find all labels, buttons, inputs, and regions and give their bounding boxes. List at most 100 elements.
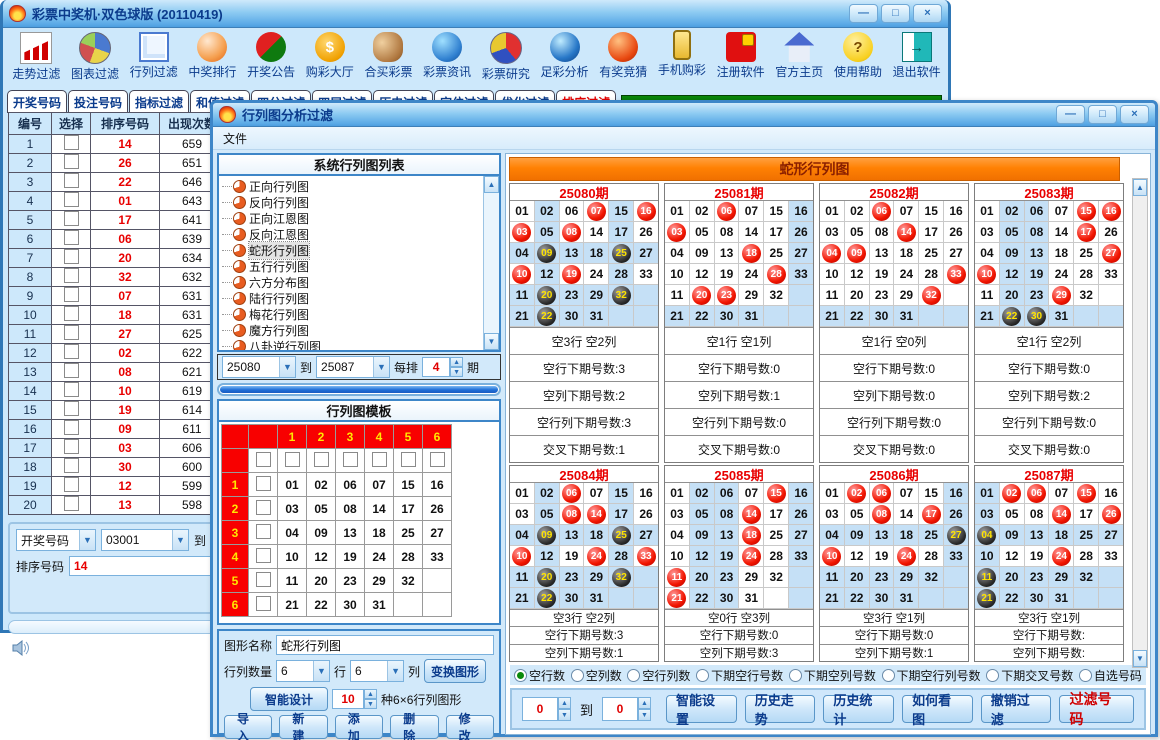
list-item-魔方行列图[interactable]: 魔方行列图 <box>222 322 484 338</box>
checkbox[interactable] <box>64 249 79 264</box>
checkbox[interactable] <box>64 211 79 226</box>
button-修改[interactable]: 修改 <box>446 715 494 739</box>
col-count-select[interactable]: 6 ▼ <box>350 660 404 682</box>
radio-空行列数[interactable]: 空行列数 <box>627 667 690 684</box>
checkbox[interactable] <box>64 306 79 321</box>
tab-指标过滤[interactable]: 指标过滤 <box>129 90 189 113</box>
list-item-蛇形行列图[interactable]: 蛇形行列图 <box>222 242 484 258</box>
button-如何看图[interactable]: 如何看图 <box>902 695 973 723</box>
dialog-maximize-button[interactable]: □ <box>1088 105 1117 124</box>
filter-to-stepper[interactable]: 0 ▲▼ <box>602 697 651 721</box>
dialog-minimize-button[interactable]: — <box>1056 105 1085 124</box>
toolbar-item-exit[interactable]: →退出软件 <box>887 30 946 80</box>
radio-下期空列号数[interactable]: 下期空列号数 <box>789 667 876 684</box>
spin-up-icon[interactable]: ▲ <box>364 689 377 699</box>
spin-down-icon[interactable]: ▼ <box>558 709 571 721</box>
from-period-select[interactable]: 03001 ▼ <box>101 529 189 551</box>
list-scrollbar[interactable]: ▲ ▼ <box>483 176 499 350</box>
checkbox[interactable] <box>401 452 416 467</box>
maximize-button[interactable]: □ <box>881 4 910 23</box>
button-撤销过滤[interactable]: 撤销过滤 <box>981 695 1052 723</box>
toolbar-item-register[interactable]: 注册软件 <box>711 30 770 80</box>
scroll-down-icon[interactable]: ▼ <box>484 333 499 350</box>
list-item-正向行列图[interactable]: 正向行列图 <box>222 178 484 194</box>
list-item-陆行行列图[interactable]: 陆行行列图 <box>222 290 484 306</box>
checkbox[interactable] <box>64 268 79 283</box>
range-to-select[interactable]: 25087 ▼ <box>316 356 390 378</box>
list-item-五行行列图[interactable]: 五行行列图 <box>222 258 484 274</box>
toolbar-item-pie[interactable]: 图表过滤 <box>66 30 125 82</box>
checkbox[interactable] <box>64 344 79 359</box>
toolbar-item-trend[interactable]: 走势过滤 <box>7 30 66 82</box>
list-item-反向江恩图[interactable]: 反向江恩图 <box>222 226 484 242</box>
scroll-down-icon[interactable]: ▼ <box>1133 650 1147 667</box>
checkbox[interactable] <box>64 496 79 511</box>
list-item-八卦逆行列图[interactable]: 八卦逆行列图 <box>222 338 484 350</box>
toolbar-item-home[interactable]: 官方主页 <box>770 30 829 80</box>
range-from-select[interactable]: 25080 ▼ <box>222 356 296 378</box>
toolbar-item-help[interactable]: ?使用帮助 <box>829 30 888 80</box>
minimize-button[interactable]: — <box>849 4 878 23</box>
checkbox[interactable] <box>256 596 271 611</box>
radio-空行数[interactable]: 空行数 <box>514 667 565 684</box>
transform-chart-button[interactable]: 变换图形 <box>424 659 486 683</box>
filter-from-stepper[interactable]: 0 ▲▼ <box>522 697 571 721</box>
checkbox[interactable] <box>256 500 271 515</box>
checkbox[interactable] <box>64 458 79 473</box>
toolbar-item-quiz[interactable]: 有奖竞猜 <box>594 30 653 80</box>
design-count-stepper[interactable]: 10 ▲▼ <box>332 689 377 709</box>
checkbox[interactable] <box>314 452 329 467</box>
button-添加[interactable]: 添加 <box>335 715 383 739</box>
spin-down-icon[interactable]: ▼ <box>450 367 463 377</box>
list-item-反向行列图[interactable]: 反向行列图 <box>222 194 484 210</box>
button-历史统计[interactable]: 历史统计 <box>823 695 894 723</box>
panels-scrollbar[interactable]: ▲ ▼ <box>1132 178 1148 668</box>
tab-投注号码[interactable]: 投注号码 <box>68 90 128 113</box>
smart-design-button[interactable]: 智能设计 <box>250 687 328 711</box>
menu-file[interactable]: 文件 <box>223 130 247 147</box>
checkbox[interactable] <box>285 452 300 467</box>
close-button[interactable]: × <box>913 4 942 23</box>
toolbar-item-phone[interactable]: 手机购彩 <box>653 30 712 78</box>
button-过滤号码[interactable]: 过滤号码 <box>1059 695 1134 723</box>
list-item-梅花行列图[interactable]: 梅花行列图 <box>222 306 484 322</box>
speaker-icon[interactable] <box>12 640 32 656</box>
dialog-close-button[interactable]: × <box>1120 105 1149 124</box>
checkbox[interactable] <box>372 452 387 467</box>
toolbar-item-research[interactable]: 彩票研究 <box>477 30 536 82</box>
spin-up-icon[interactable]: ▲ <box>558 697 571 709</box>
button-智能设置[interactable]: 智能设置 <box>666 695 737 723</box>
checkbox[interactable] <box>256 572 271 587</box>
checkbox[interactable] <box>64 135 79 150</box>
checkbox[interactable] <box>256 548 271 563</box>
checkbox[interactable] <box>64 439 79 454</box>
spin-up-icon[interactable]: ▲ <box>638 697 651 709</box>
toolbar-item-soccer[interactable]: 足彩分析 <box>535 30 594 80</box>
button-历史走势[interactable]: 历史走势 <box>745 695 816 723</box>
checkbox[interactable] <box>430 452 445 467</box>
checkbox[interactable] <box>64 325 79 340</box>
checkbox[interactable] <box>64 477 79 492</box>
radio-自选号码[interactable]: 自选号码 <box>1079 667 1142 684</box>
radio-下期空行号数[interactable]: 下期空行号数 <box>696 667 783 684</box>
scroll-up-icon[interactable]: ▲ <box>484 176 499 193</box>
spin-down-icon[interactable]: ▼ <box>638 709 651 721</box>
checkbox[interactable] <box>256 524 271 539</box>
toolbar-item-globe[interactable]: 彩票资讯 <box>418 30 477 80</box>
checkbox[interactable] <box>343 452 358 467</box>
row-count-select[interactable]: 6 ▼ <box>276 660 330 682</box>
toolbar-item-people[interactable]: 合买彩票 <box>359 30 418 80</box>
checkbox[interactable] <box>256 476 271 491</box>
toolbar-item-announce[interactable]: 开奖公告 <box>242 30 301 80</box>
checkbox[interactable] <box>64 420 79 435</box>
per-row-stepper[interactable]: 4 ▲▼ <box>422 357 463 377</box>
checkbox[interactable] <box>256 452 271 467</box>
button-导入[interactable]: 导入 <box>224 715 272 739</box>
radio-空列数[interactable]: 空列数 <box>571 667 622 684</box>
draw-type-select[interactable]: 开奖号码 ▼ <box>16 529 96 551</box>
button-删除[interactable]: 删除 <box>390 715 438 739</box>
radio-下期交叉号数[interactable]: 下期交叉号数 <box>986 667 1073 684</box>
radio-下期空行列号数[interactable]: 下期空行列号数 <box>882 667 981 684</box>
toolbar-item-cube[interactable]: 行列过滤 <box>124 30 183 80</box>
tab-开奖号码[interactable]: 开奖号码 <box>7 90 67 113</box>
